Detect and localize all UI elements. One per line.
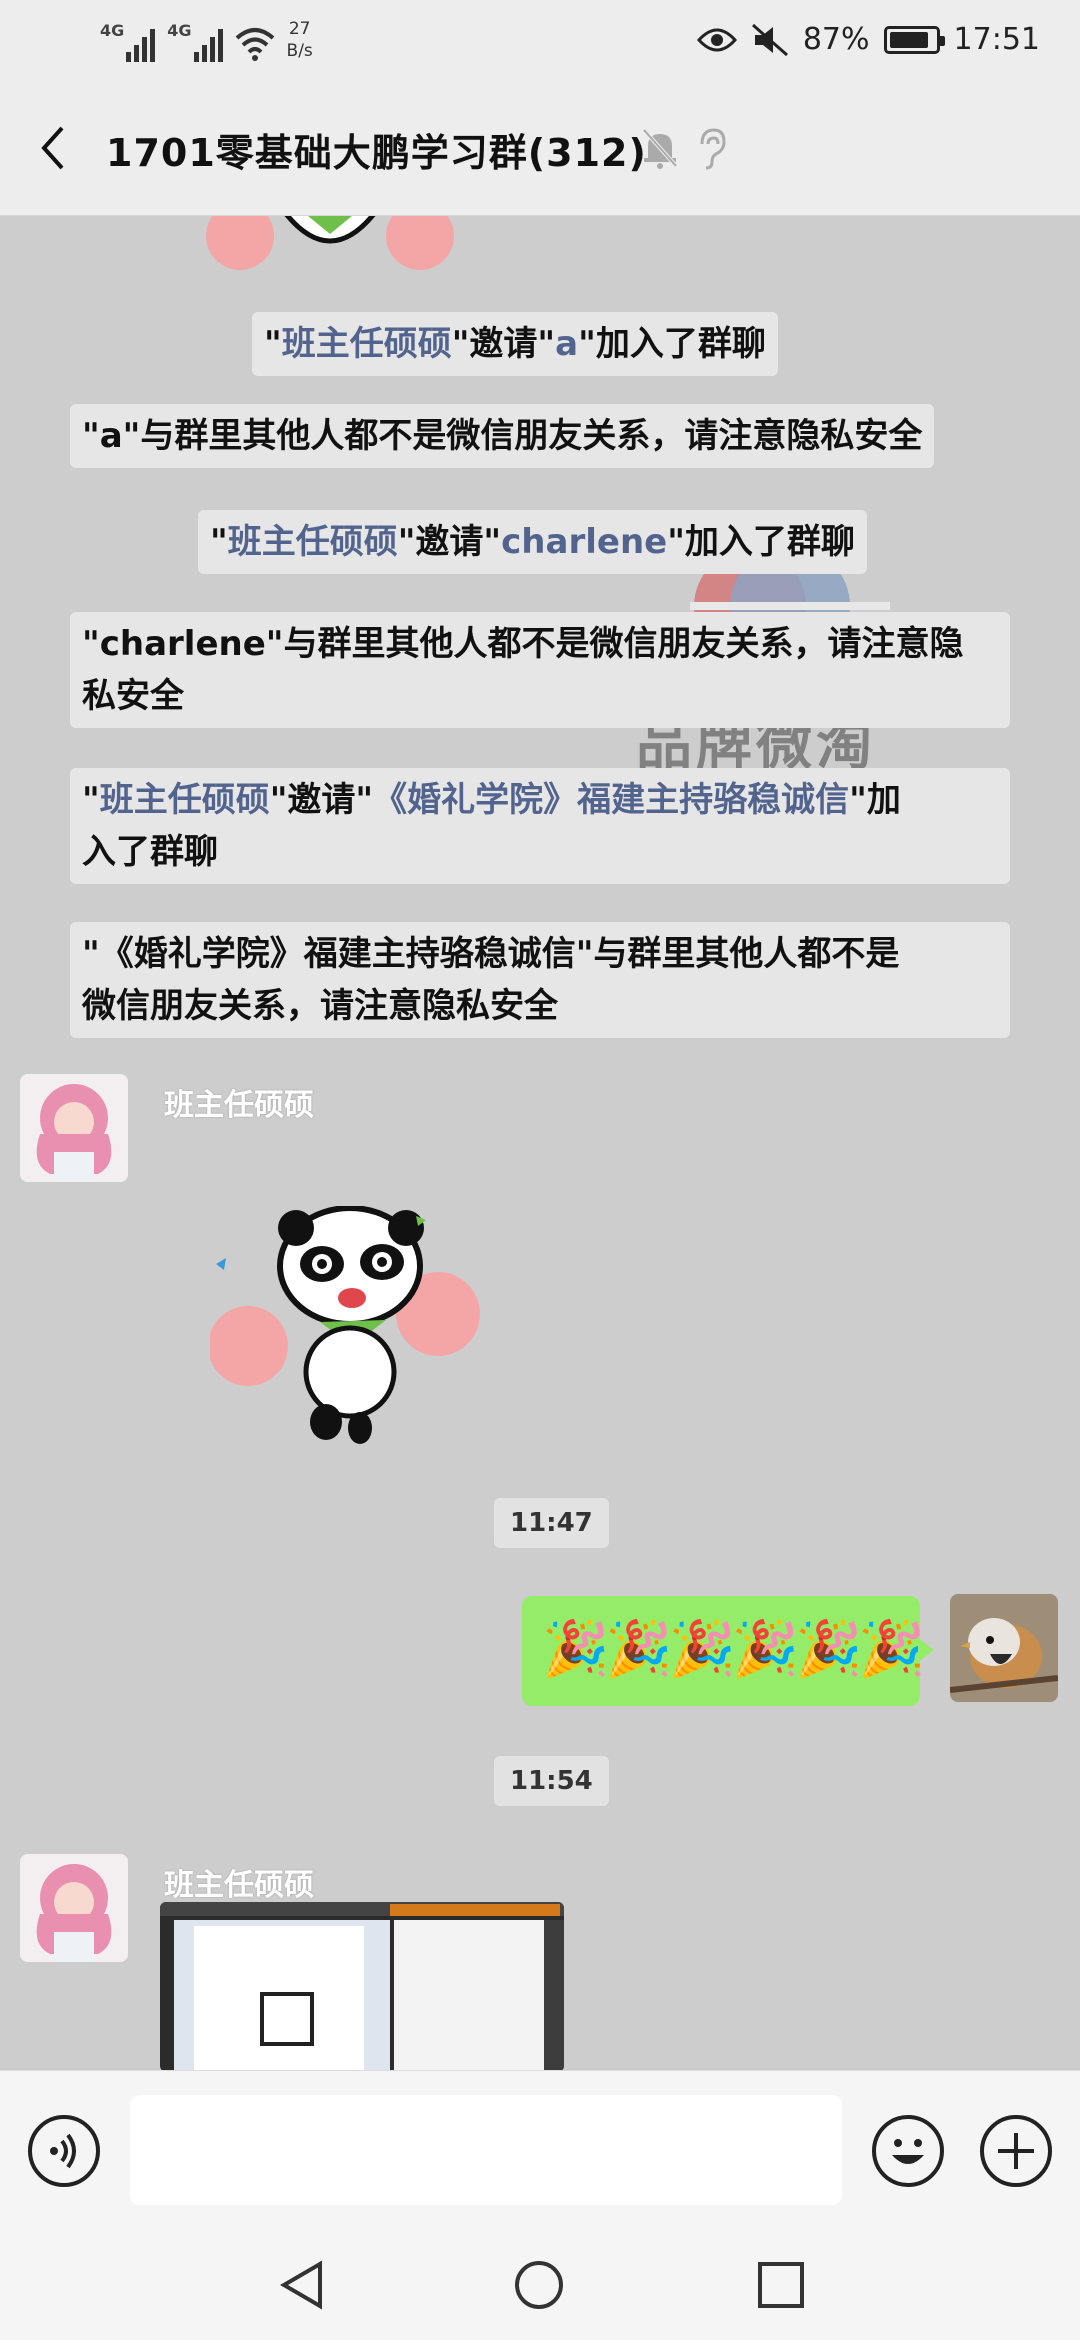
wifi-icon — [235, 28, 274, 61]
party-popper-icon: 🎉 — [858, 1617, 925, 1680]
message-input[interactable] — [130, 2095, 842, 2205]
chat-area[interactable]: 品牌微淘 "班主任硕硕"邀请"a"加入了群聊 "a"与群里其他人都不是微信朋友关… — [0, 216, 1080, 2070]
member-name-link[interactable]: a — [555, 324, 578, 364]
navigation-bar — [0, 2230, 1080, 2340]
nav-recents-icon[interactable] — [754, 2258, 808, 2312]
status-right: 87% 17:51 — [696, 22, 1040, 57]
voice-icon — [50, 2133, 76, 2169]
system-message: "班主任硕硕"邀请"a"加入了群聊 — [252, 312, 778, 376]
system-message: "《婚礼学院》福建主持骆稳诚信"与群里其他人都不是 微信朋友关系，请注意隐私安全 — [70, 922, 1010, 1038]
net-speed: 27 B/s — [287, 18, 313, 62]
own-avatar[interactable] — [950, 1594, 1058, 1702]
system-message: "charlene"与群里其他人都不是微信朋友关系，请注意隐 私安全 — [70, 612, 1010, 728]
status-left: 4G 4G 27 B/s — [100, 18, 313, 62]
signal-bars-icon — [126, 26, 156, 62]
member-name-link[interactable]: 《婚礼学院》福建主持骆稳诚信 — [373, 780, 849, 820]
timestamp: 11:54 — [494, 1756, 609, 1806]
avatar[interactable] — [20, 1854, 128, 1962]
panda-sticker[interactable] — [210, 1206, 490, 1446]
party-popper-icon: 🎉 — [795, 1617, 862, 1680]
clock: 17:51 — [953, 22, 1040, 57]
image-message[interactable] — [160, 1902, 564, 2070]
avatar[interactable] — [20, 1074, 128, 1182]
member-name-link[interactable]: 班主任硕硕 — [100, 780, 270, 820]
member-name-link[interactable]: 班主任硕硕 — [282, 324, 452, 364]
system-message: "a"与群里其他人都不是微信朋友关系，请注意隐私安全 — [70, 404, 935, 468]
net-speed-unit: B/s — [286, 41, 313, 61]
signal-bars-icon — [193, 26, 223, 62]
member-name-link[interactable]: charlene — [501, 522, 667, 562]
sender-name[interactable]: 班主任硕硕 — [164, 1860, 314, 1904]
party-popper-icon: 🎉 — [605, 1617, 672, 1680]
chat-header: 1701零基础大鹏学习群(312) — [0, 80, 1080, 216]
emoji-button[interactable] — [872, 2115, 944, 2187]
ear-icon — [700, 128, 726, 170]
member-name-link[interactable]: 班主任硕硕 — [228, 522, 398, 562]
bird-avatar-image — [950, 1594, 1058, 1702]
sender-name[interactable]: 班主任硕硕 — [164, 1080, 314, 1124]
battery-percent: 87% — [802, 22, 870, 57]
timestamp: 11:47 — [494, 1498, 609, 1548]
battery-icon — [883, 25, 945, 54]
party-popper-icon: 🎉 — [542, 1617, 609, 1680]
signal-2: 4G — [167, 21, 223, 62]
avatar-image — [20, 1854, 128, 1962]
chat-title: 1701零基础大鹏学习群(312) — [106, 131, 647, 175]
net-speed-value: 27 — [288, 19, 311, 39]
smiley-icon — [892, 2139, 924, 2164]
eye-icon — [696, 28, 737, 51]
avatar-image — [20, 1074, 128, 1182]
more-button[interactable] — [980, 2115, 1052, 2187]
signal-1: 4G — [100, 21, 156, 62]
input-bar — [0, 2070, 1080, 2230]
do-not-disturb-icon — [642, 128, 678, 169]
sticker-partial — [206, 216, 454, 270]
status-bar: 4G 4G 27 B/s 87% 17:51 — [0, 0, 1080, 80]
party-popper-icon: 🎉 — [668, 1617, 736, 1680]
own-message-bubble[interactable]: 🎉🎉🎉🎉🎉🎉 — [522, 1596, 934, 1706]
system-message: "班主任硕硕"邀请"charlene"加入了群聊 — [198, 510, 867, 574]
system-message: "班主任硕硕"邀请"《婚礼学院》福建主持骆稳诚信"加 入了群聊 — [70, 768, 1010, 884]
network-type-2: 4G — [167, 21, 192, 40]
back-icon[interactable] — [30, 120, 80, 176]
plus-icon — [998, 2133, 1034, 2169]
voice-button[interactable] — [28, 2115, 100, 2187]
party-popper-icon: 🎉 — [731, 1617, 799, 1680]
network-type-1: 4G — [100, 21, 125, 40]
mute-icon — [751, 23, 788, 56]
party-emoji-row: 🎉🎉🎉🎉🎉🎉 — [542, 1617, 926, 1680]
nav-home-icon[interactable] — [512, 2258, 566, 2312]
nav-back-icon[interactable] — [276, 2258, 330, 2312]
